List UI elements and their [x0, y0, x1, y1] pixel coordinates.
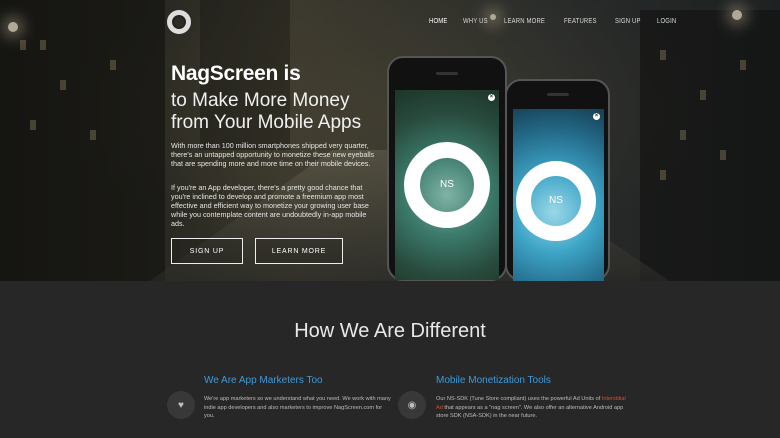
section-heading: How We Are Different: [294, 320, 486, 342]
ns-badge: NS: [440, 179, 454, 190]
eye-icon: ◉: [398, 391, 426, 419]
learn-more-button[interactable]: LEARN MORE: [255, 238, 343, 264]
nav-login[interactable]: LOGIN: [657, 18, 676, 25]
feature-title-marketers: We Are App Marketers Too: [204, 375, 323, 386]
logo-icon[interactable]: [167, 10, 191, 34]
nav-why-us[interactable]: WHY US: [463, 18, 488, 25]
hero-title-tagline: to Make More Money from Your Mobile Apps: [171, 90, 362, 133]
hero-paragraph-1: With more than 100 million smartphones s…: [171, 141, 375, 168]
nav-home[interactable]: HOME: [429, 18, 448, 25]
heart-icon: ♥: [167, 391, 195, 419]
ns-badge: NS: [549, 195, 563, 206]
nav-learn-more[interactable]: LEARN MORE: [504, 18, 545, 25]
phone-mockup-front: × NS: [387, 56, 507, 281]
phone-screen: × NS: [513, 109, 604, 281]
hero-paragraph-2: If you're an App developer, there's a pr…: [171, 183, 369, 228]
nav-sign-up[interactable]: SIGN UP: [615, 18, 641, 25]
phone-screen: × NS: [395, 90, 499, 280]
phone-mockup-back: × NS: [505, 79, 610, 281]
feature-text-monetization: Our NS-SDK (Tune Store compliant) uses t…: [436, 396, 626, 419]
feature-title-monetization: Mobile Monetization Tools: [436, 375, 551, 386]
sign-up-button[interactable]: SIGN UP: [171, 238, 243, 264]
close-icon[interactable]: ×: [488, 94, 495, 101]
hero-title-brand: NagScreen is: [171, 62, 301, 85]
feature-text-marketers: We're app marketers so we understand wha…: [204, 396, 391, 419]
top-nav: HOME WHY US LEARN MORE FEATURES SIGN UP …: [429, 18, 692, 25]
close-icon[interactable]: ×: [593, 113, 600, 120]
nav-features[interactable]: FEATURES: [564, 18, 597, 25]
hero-section: HOME WHY US LEARN MORE FEATURES SIGN UP …: [0, 0, 780, 281]
